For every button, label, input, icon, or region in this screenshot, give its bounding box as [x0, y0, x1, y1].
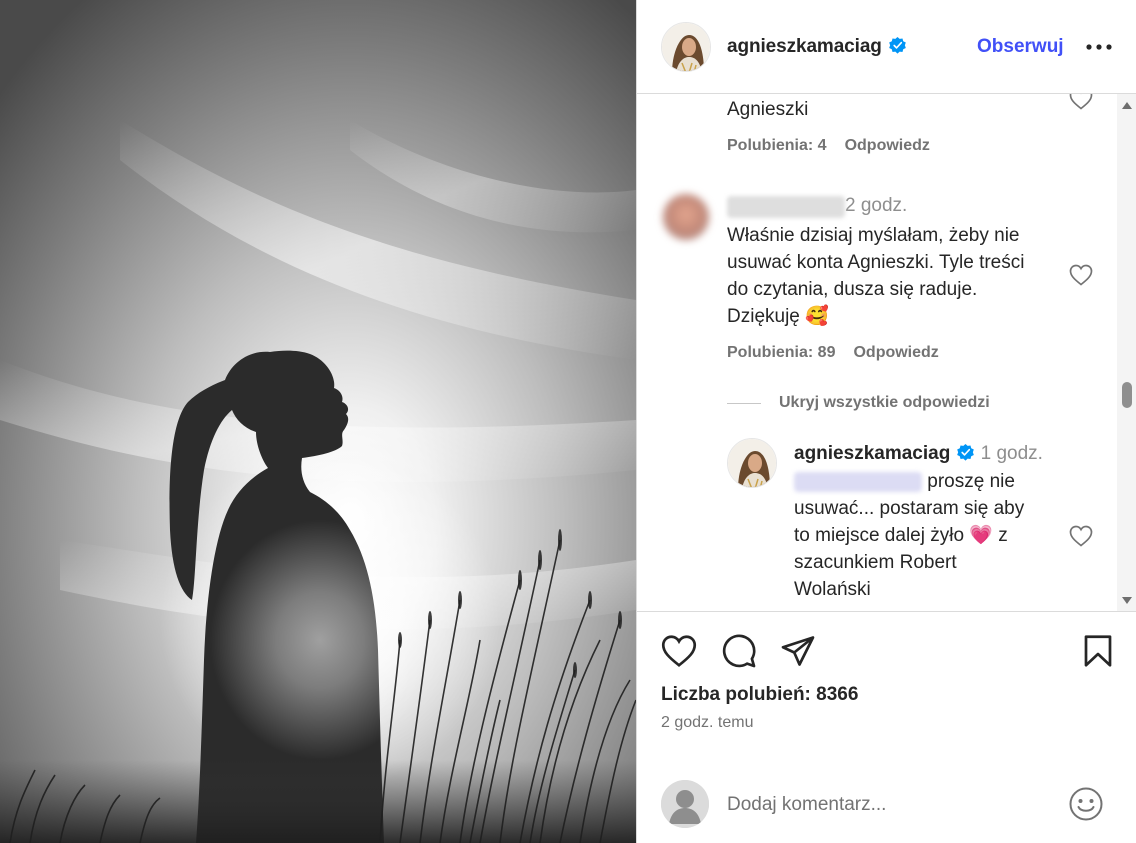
author-username[interactable]: agnieszkamaciag — [727, 36, 907, 58]
comment-likes[interactable]: Polubienia: 4 — [727, 137, 827, 154]
comment-meta: Polubienia: 4 Odpowiedz — [727, 137, 948, 155]
comment-line: Dziękuję 🥰 — [727, 303, 1057, 330]
mentioned-username-blurred[interactable] — [794, 471, 922, 492]
comment-line: do czytania, dusza się raduje. — [727, 279, 978, 300]
reply-time: 1 godz. — [980, 443, 1043, 464]
save-bookmark-icon[interactable] — [1083, 634, 1113, 668]
author-username-text[interactable]: agnieszkamaciag — [727, 36, 882, 57]
reply-author-username[interactable]: agnieszkamaciag — [794, 443, 950, 464]
hide-replies-button[interactable]: Ukryj wszystkie odpowiedzi — [727, 394, 990, 412]
emoji-picker-icon[interactable] — [1068, 786, 1104, 822]
reply-line: Wolański — [794, 579, 871, 600]
reply-button[interactable]: Odpowiedz — [845, 137, 930, 154]
reply-line-text: proszę nie — [927, 471, 1015, 492]
photo-image — [0, 0, 636, 843]
commenter-username-blurred[interactable] — [727, 195, 845, 218]
post-header: agnieszkamaciag Obserwuj — [637, 0, 1136, 94]
reply-button[interactable]: Odpowiedz — [853, 344, 938, 361]
like-heart-icon[interactable] — [661, 634, 697, 668]
scroll-down-arrow-icon[interactable] — [1122, 597, 1132, 604]
reply-text: proszę nie usuwać... postaram się aby to… — [794, 468, 1064, 603]
comment-text: Właśnie dzisiaj myślałam, żeby nie usuwa… — [727, 222, 1057, 330]
like-comment-heart-icon[interactable] — [1069, 94, 1093, 110]
comment-header: 2 godz. — [727, 195, 907, 218]
post-timestamp[interactable]: 2 godz. temu — [661, 714, 754, 732]
scroll-up-arrow-icon[interactable] — [1122, 102, 1132, 109]
reply-line: proszę nie — [794, 468, 1064, 495]
reply-line-text: z — [998, 525, 1008, 546]
reply-line: to miejsce dalej żyło 💗 z — [794, 522, 1064, 549]
post-side-panel: agnieszkamaciag Obserwuj Agnieszki Polub… — [636, 0, 1136, 843]
hide-replies-label[interactable]: Ukryj wszystkie odpowiedzi — [727, 394, 990, 411]
smiling-hearts-emoji: 🥰 — [805, 306, 829, 327]
pink-heart-emoji: 💗 — [969, 525, 993, 546]
author-avatar[interactable] — [661, 22, 711, 72]
reply-line-text: to miejsce dalej żyło — [794, 525, 965, 546]
add-comment-bar — [637, 762, 1136, 843]
reply-author-avatar[interactable] — [727, 438, 777, 488]
like-comment-heart-icon[interactable] — [1069, 264, 1093, 286]
reply-header: agnieszkamaciag 1 godz. — [794, 443, 1043, 465]
share-send-icon[interactable] — [780, 634, 816, 668]
comment-bubble-icon[interactable] — [721, 633, 757, 669]
comment-line-text: Dziękuję — [727, 306, 800, 327]
comment-likes[interactable]: Polubienia: 89 — [727, 344, 835, 361]
scrollbar-thumb[interactable] — [1122, 382, 1132, 408]
reply-line: szacunkiem Robert — [794, 552, 957, 573]
comment-time: 2 godz. — [845, 195, 908, 216]
post-photo[interactable] — [0, 0, 636, 843]
comment-text: Agnieszki — [727, 99, 809, 120]
follow-button[interactable]: Obserwuj — [977, 36, 1064, 58]
verified-badge-icon — [889, 36, 906, 54]
comment-meta: Polubienia: 89 Odpowiedz — [727, 344, 957, 362]
comments-scrollbar[interactable] — [1117, 94, 1136, 611]
comments-list[interactable]: Agnieszki Polubienia: 4 Odpowiedz 2 godz.… — [637, 94, 1136, 612]
comment-line: usuwać konta Agnieszki. Tyle treści — [727, 252, 1025, 273]
more-horizontal-icon[interactable] — [1085, 34, 1113, 60]
verified-badge-icon — [957, 443, 975, 461]
post-actions: Liczba polubień: 8366 2 godz. temu — [637, 612, 1136, 762]
comment-line: Właśnie dzisiaj myślałam, żeby nie — [727, 225, 1020, 246]
reply-line: usuwać... postaram się aby — [794, 498, 1025, 519]
current-user-avatar — [661, 780, 709, 828]
likes-count[interactable]: Liczba polubień: 8366 — [661, 684, 858, 706]
add-comment-input[interactable] — [727, 790, 1047, 820]
like-reply-heart-icon[interactable] — [1069, 525, 1093, 547]
commenter-avatar[interactable] — [663, 194, 709, 240]
